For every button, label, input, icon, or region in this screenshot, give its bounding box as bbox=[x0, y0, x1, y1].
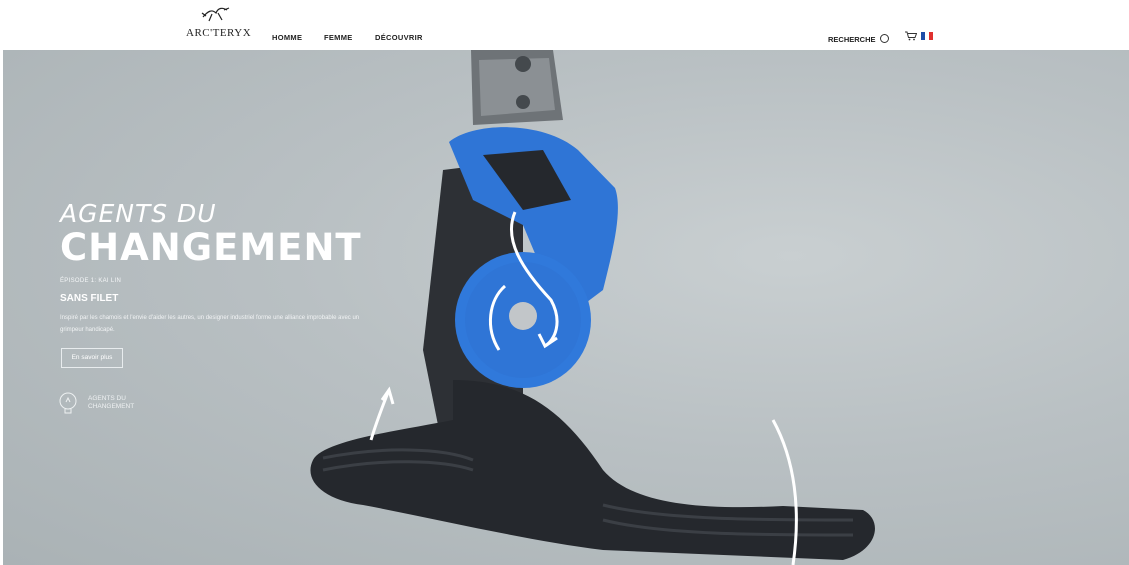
nav-decouvrir[interactable]: DÉCOUVRIR bbox=[375, 33, 423, 42]
badge-text: AGENTS DU CHANGEMENT bbox=[88, 395, 134, 411]
hero-title-line2: CHANGEMENT bbox=[60, 226, 362, 269]
brand-wordmark: ARC'TERYX bbox=[186, 27, 252, 39]
badge-line2: CHANGEMENT bbox=[88, 403, 135, 410]
search-icon bbox=[879, 34, 889, 43]
cart-icon[interactable] bbox=[905, 31, 917, 41]
archaeopteryx-icon bbox=[201, 7, 230, 22]
nav-femme[interactable]: FEMME bbox=[324, 33, 353, 42]
brand-logo[interactable]: ARC'TERYX bbox=[186, 5, 252, 45]
episode-label: ÉPISODE 1: KAI LIN bbox=[60, 278, 122, 284]
learn-more-button[interactable]: En savoir plus bbox=[61, 348, 123, 368]
badge-line1: AGENTS DU bbox=[88, 395, 126, 402]
hero-title-line1: AGENTS DU bbox=[60, 199, 217, 228]
hero-subtitle: SANS FILET bbox=[60, 293, 119, 304]
search-label: RECHERCHE bbox=[828, 35, 876, 44]
nav-homme[interactable]: HOMME bbox=[272, 33, 302, 42]
lightbulb-icon bbox=[59, 392, 77, 414]
hero-description: Inspiré par les chamois et l'envie d'aid… bbox=[60, 315, 360, 333]
agents-du-changement-badge[interactable]: AGENTS DU CHANGEMENT bbox=[58, 392, 178, 417]
search-button[interactable]: RECHERCHE bbox=[828, 33, 889, 44]
country-flag-icon[interactable] bbox=[921, 32, 933, 40]
hero-banner: AGENTS DU CHANGEMENT ÉPISODE 1: KAI LIN … bbox=[3, 50, 1129, 565]
site-header: ARC'TERYX HOMME FEMME DÉCOUVRIR RECHERCH… bbox=[0, 0, 1129, 50]
prosthetic-leg-image bbox=[310, 50, 875, 565]
